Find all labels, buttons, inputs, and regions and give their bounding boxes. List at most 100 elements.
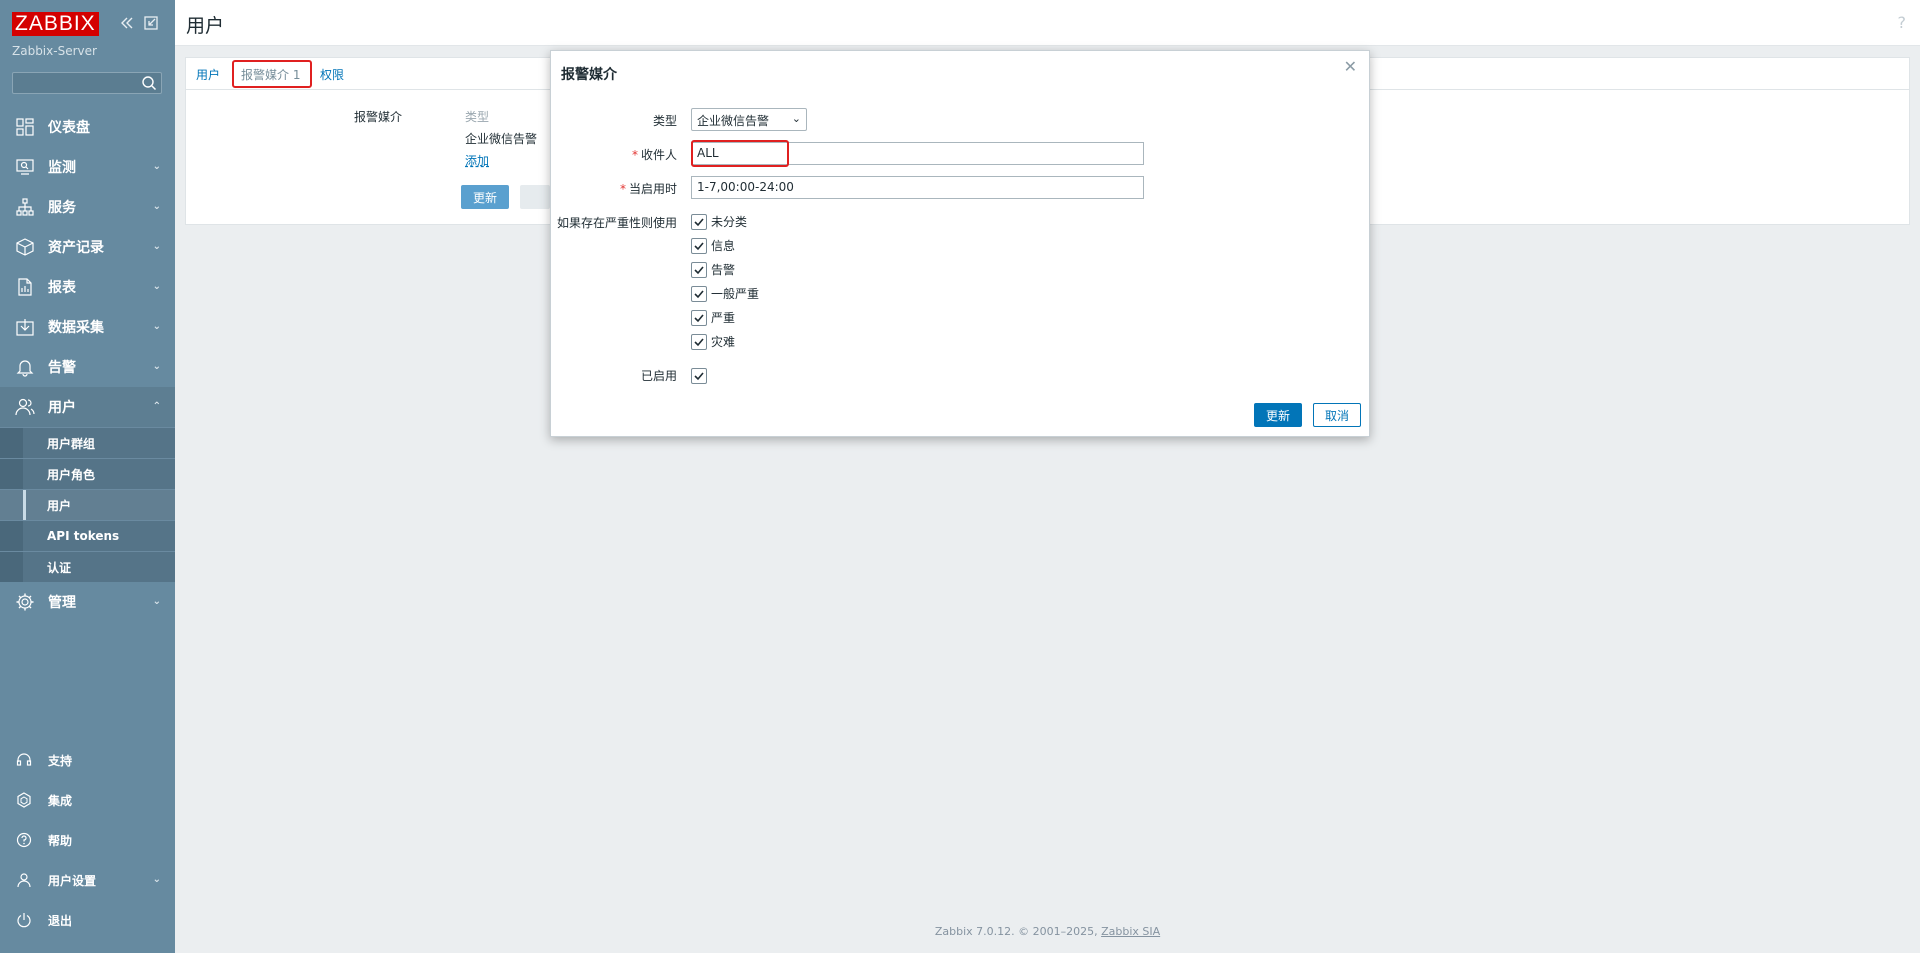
severity-information[interactable]: 信息	[691, 237, 735, 254]
tab-user[interactable]: 用户	[196, 66, 220, 83]
severity-text: 未分类	[711, 215, 748, 229]
footer-text: Zabbix 7.0.12. © 2001–2025,	[934, 925, 1102, 938]
monitoring-icon	[14, 156, 36, 178]
gear-icon	[14, 591, 36, 613]
footer-link[interactable]: Zabbix SIA	[1101, 925, 1160, 938]
submenu-item-user-groups[interactable]: 用户群组	[0, 427, 175, 458]
severity-disaster[interactable]: 灾难	[691, 333, 735, 350]
nav-item-integrations[interactable]: 集成	[0, 780, 175, 820]
severity-text: 一般严重	[711, 287, 760, 301]
help-question-icon[interactable]: ?	[1898, 13, 1907, 32]
update-button[interactable]: 更新	[1254, 403, 1302, 427]
user-settings-icon	[14, 870, 34, 890]
nav-label: 数据采集	[48, 320, 104, 336]
help-icon	[14, 830, 34, 850]
chevron-down-icon: ⌄	[152, 596, 161, 607]
chevron-down-icon: ⌄	[152, 241, 161, 252]
logo-row: ZABBIX	[12, 12, 99, 36]
media-dialog: 报警媒介 ✕ 类型 企业微信告警 ⌄ * 收件人 ALL * 当启用时 1-7,00…	[550, 50, 1370, 437]
checkbox-checked[interactable]	[691, 333, 707, 350]
highlight-box	[232, 60, 312, 88]
nav-label: 告警	[48, 360, 76, 376]
when-active-label: * 当启用时	[619, 182, 677, 196]
checkbox-checked[interactable]	[691, 261, 707, 278]
page-header: 用户 ?	[175, 0, 1920, 46]
severity-high[interactable]: 严重	[691, 309, 735, 326]
add-media-link[interactable]: 添加	[465, 152, 489, 169]
chevron-up-icon: ⌃	[152, 401, 161, 412]
search-icon[interactable]	[141, 75, 157, 91]
nav-item-users[interactable]: 用户 ⌃	[0, 387, 175, 427]
sidebar-search-input[interactable]	[12, 72, 162, 94]
cancel-button[interactable]: 取消	[1313, 403, 1361, 427]
nav-label: 服务	[48, 200, 76, 216]
tab-permissions[interactable]: 权限	[320, 66, 344, 83]
nav-label: 管理	[48, 595, 76, 611]
highlight-box	[691, 140, 789, 167]
nav-item-sign-out[interactable]: 退出	[0, 900, 175, 940]
nav-item-data-collection[interactable]: 数据采集 ⌄	[0, 307, 175, 347]
severity-average[interactable]: 一般严重	[691, 285, 759, 302]
type-label: 类型	[652, 114, 677, 128]
power-icon	[14, 910, 34, 930]
nav-item-user-settings[interactable]: 用户设置 ⌄	[0, 860, 175, 900]
dashboard-icon	[14, 116, 36, 138]
submenu-item-api-tokens[interactable]: API tokens	[0, 520, 175, 551]
chevron-down-icon: ⌄	[152, 281, 161, 292]
integrations-icon	[14, 790, 34, 810]
hide-sidebar-icon[interactable]	[142, 15, 160, 33]
footer: Zabbix 7.0.12. © 2001–2025, Zabbix SIA	[175, 925, 1920, 938]
nav-label: 报表	[48, 280, 76, 296]
close-icon[interactable]: ✕	[1344, 57, 1357, 76]
nav-item-help[interactable]: 帮助	[0, 820, 175, 860]
submenu-item-user-roles[interactable]: 用户角色	[0, 458, 175, 489]
nav-item-support[interactable]: 支持	[0, 740, 175, 780]
page-title: 用户	[186, 15, 225, 37]
main-nav: 仪表盘 监测 ⌄ 服务 ⌄ 资产记录 ⌄ 报表 ⌄ 数据采集 ⌄ 告警 ⌄ 用户…	[0, 107, 175, 622]
nav-item-services[interactable]: 服务 ⌄	[0, 187, 175, 227]
nav-label: 支持	[48, 753, 73, 768]
sendto-label: * 收件人	[631, 148, 677, 162]
nav-item-administration[interactable]: 管理 ⌄	[0, 582, 175, 622]
nav-label: 资产记录	[48, 240, 104, 256]
when-active-input[interactable]: 1-7,00:00-24:00	[691, 176, 1144, 199]
chevron-down-icon: ⌄	[152, 361, 161, 372]
nav-label: 集成	[48, 793, 73, 808]
checkbox-checked[interactable]	[691, 237, 707, 254]
data-collection-icon	[14, 316, 36, 338]
dialog-title: 报警媒介	[561, 67, 617, 83]
submenu-item-authentication[interactable]: 认证	[0, 551, 175, 582]
enabled-checkbox-row[interactable]	[691, 367, 711, 384]
checkbox-checked[interactable]	[691, 309, 707, 326]
nav-label: 监测	[48, 160, 76, 176]
services-icon	[14, 196, 36, 218]
checkbox-checked[interactable]	[691, 367, 707, 384]
nav-label: 用户设置	[48, 873, 97, 888]
media-row-type: 企业微信告警	[465, 132, 538, 146]
chevron-down-icon: ⌄	[152, 161, 161, 172]
nav-label: 退出	[48, 913, 73, 928]
chevron-down-icon: ⌄	[791, 112, 801, 125]
nav-item-dashboard[interactable]: 仪表盘	[0, 107, 175, 147]
media-col-type: 类型	[465, 110, 490, 124]
bottom-nav: 支持 集成 帮助 用户设置 ⌄ 退出	[0, 740, 175, 940]
nav-item-alerts[interactable]: 告警 ⌄	[0, 347, 175, 387]
severity-label: 如果存在严重性则使用	[556, 216, 677, 230]
severity-not-classified[interactable]: 未分类	[691, 213, 747, 230]
delete-button[interactable]	[520, 185, 550, 209]
nav-item-inventory[interactable]: 资产记录 ⌄	[0, 227, 175, 267]
severity-text: 灾难	[711, 335, 736, 349]
nav-item-monitoring[interactable]: 监测 ⌄	[0, 147, 175, 187]
submenu-item-users[interactable]: 用户	[0, 489, 175, 521]
checkbox-checked[interactable]	[691, 213, 707, 230]
nav-item-reports[interactable]: 报表 ⌄	[0, 267, 175, 307]
severity-warning[interactable]: 告警	[691, 261, 735, 278]
server-name: Zabbix-Server	[12, 44, 97, 58]
reports-icon	[14, 276, 36, 298]
zabbix-logo[interactable]: ZABBIX	[12, 12, 99, 36]
type-select[interactable]: 企业微信告警 ⌄	[691, 108, 807, 131]
collapse-sidebar-icon[interactable]	[118, 15, 136, 33]
update-button[interactable]: 更新	[461, 185, 509, 209]
checkbox-checked[interactable]	[691, 285, 707, 302]
chevron-down-icon: ⌄	[152, 321, 161, 332]
